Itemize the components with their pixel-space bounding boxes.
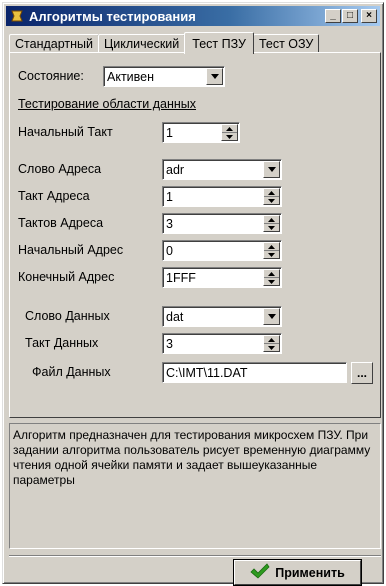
addr-tact-label: Такт Адреса [18,189,90,203]
spin-updown-icon[interactable] [263,269,280,286]
end-addr-spinner[interactable]: 1FFF [162,267,282,288]
data-word-label: Слово Данных [25,309,110,323]
apply-label: Применить [275,565,345,580]
end-addr-label: Конечный Адрес [18,270,115,284]
addr-tact-spinner[interactable]: 1 [162,186,282,207]
minimize-button[interactable]: _ [325,9,341,23]
description-memo[interactable]: Алгоритм предназначен для тестирования м… [9,423,381,549]
start-addr-spinner[interactable]: 0 [162,240,282,261]
start-addr-label: Начальный Адрес [18,243,124,257]
data-word-select[interactable]: dat [162,306,282,327]
chevron-down-icon[interactable] [206,68,223,85]
apply-button[interactable]: Применить [234,560,361,585]
checkmark-icon [250,563,270,582]
app-icon [9,8,25,24]
minimize-icon: _ [330,10,336,21]
tab-ram-test[interactable]: Тест ОЗУ [252,34,320,53]
tab-cyclic[interactable]: Циклический [98,34,186,53]
addr-tacts-spinner[interactable]: 3 [162,213,282,234]
spin-updown-icon[interactable] [263,188,280,205]
section-title: Тестирование области данных [18,97,197,111]
state-label: Состояние: [18,69,84,83]
spin-updown-icon[interactable] [263,335,280,352]
addr-word-select[interactable]: adr [162,159,282,180]
window-title: Алгоритмы тестирования [29,8,196,24]
chevron-down-icon[interactable] [263,308,280,325]
addr-word-label: Слово Адреса [18,162,102,176]
tab-bar: Стандартный Циклический Тест ПЗУ Тест ОЗ… [9,31,381,54]
title-bar[interactable]: Алгоритмы тестирования _ □ × [6,6,380,26]
data-file-label: Файл Данных [32,365,111,379]
maximize-button[interactable]: □ [342,9,358,23]
tab-standard[interactable]: Стандартный [9,34,99,53]
close-button[interactable]: × [361,9,377,23]
divider [9,555,381,557]
spin-updown-icon[interactable] [263,215,280,232]
spin-updown-icon[interactable] [221,124,238,141]
dialog-window: Алгоритмы тестирования _ □ × Стандартный… [2,2,384,585]
start-tact-label: Начальный Такт [18,125,113,139]
addr-tacts-label: Тактов Адреса [18,216,104,230]
tab-rom-test[interactable]: Тест ПЗУ [184,32,254,54]
maximize-icon: □ [346,10,354,21]
tab-panel: Состояние: Активен Тестирование области … [9,52,381,418]
spin-updown-icon[interactable] [263,242,280,259]
close-icon: × [366,10,372,21]
start-tact-spinner[interactable]: 1 [162,122,240,143]
browse-button[interactable]: ... [351,362,373,384]
data-tact-label: Такт Данных [25,336,99,350]
data-file-input[interactable]: C:\IMT\11.DAT [162,362,347,383]
chevron-down-icon[interactable] [263,161,280,178]
state-select[interactable]: Активен [103,66,225,87]
data-tact-spinner[interactable]: 3 [162,333,282,354]
